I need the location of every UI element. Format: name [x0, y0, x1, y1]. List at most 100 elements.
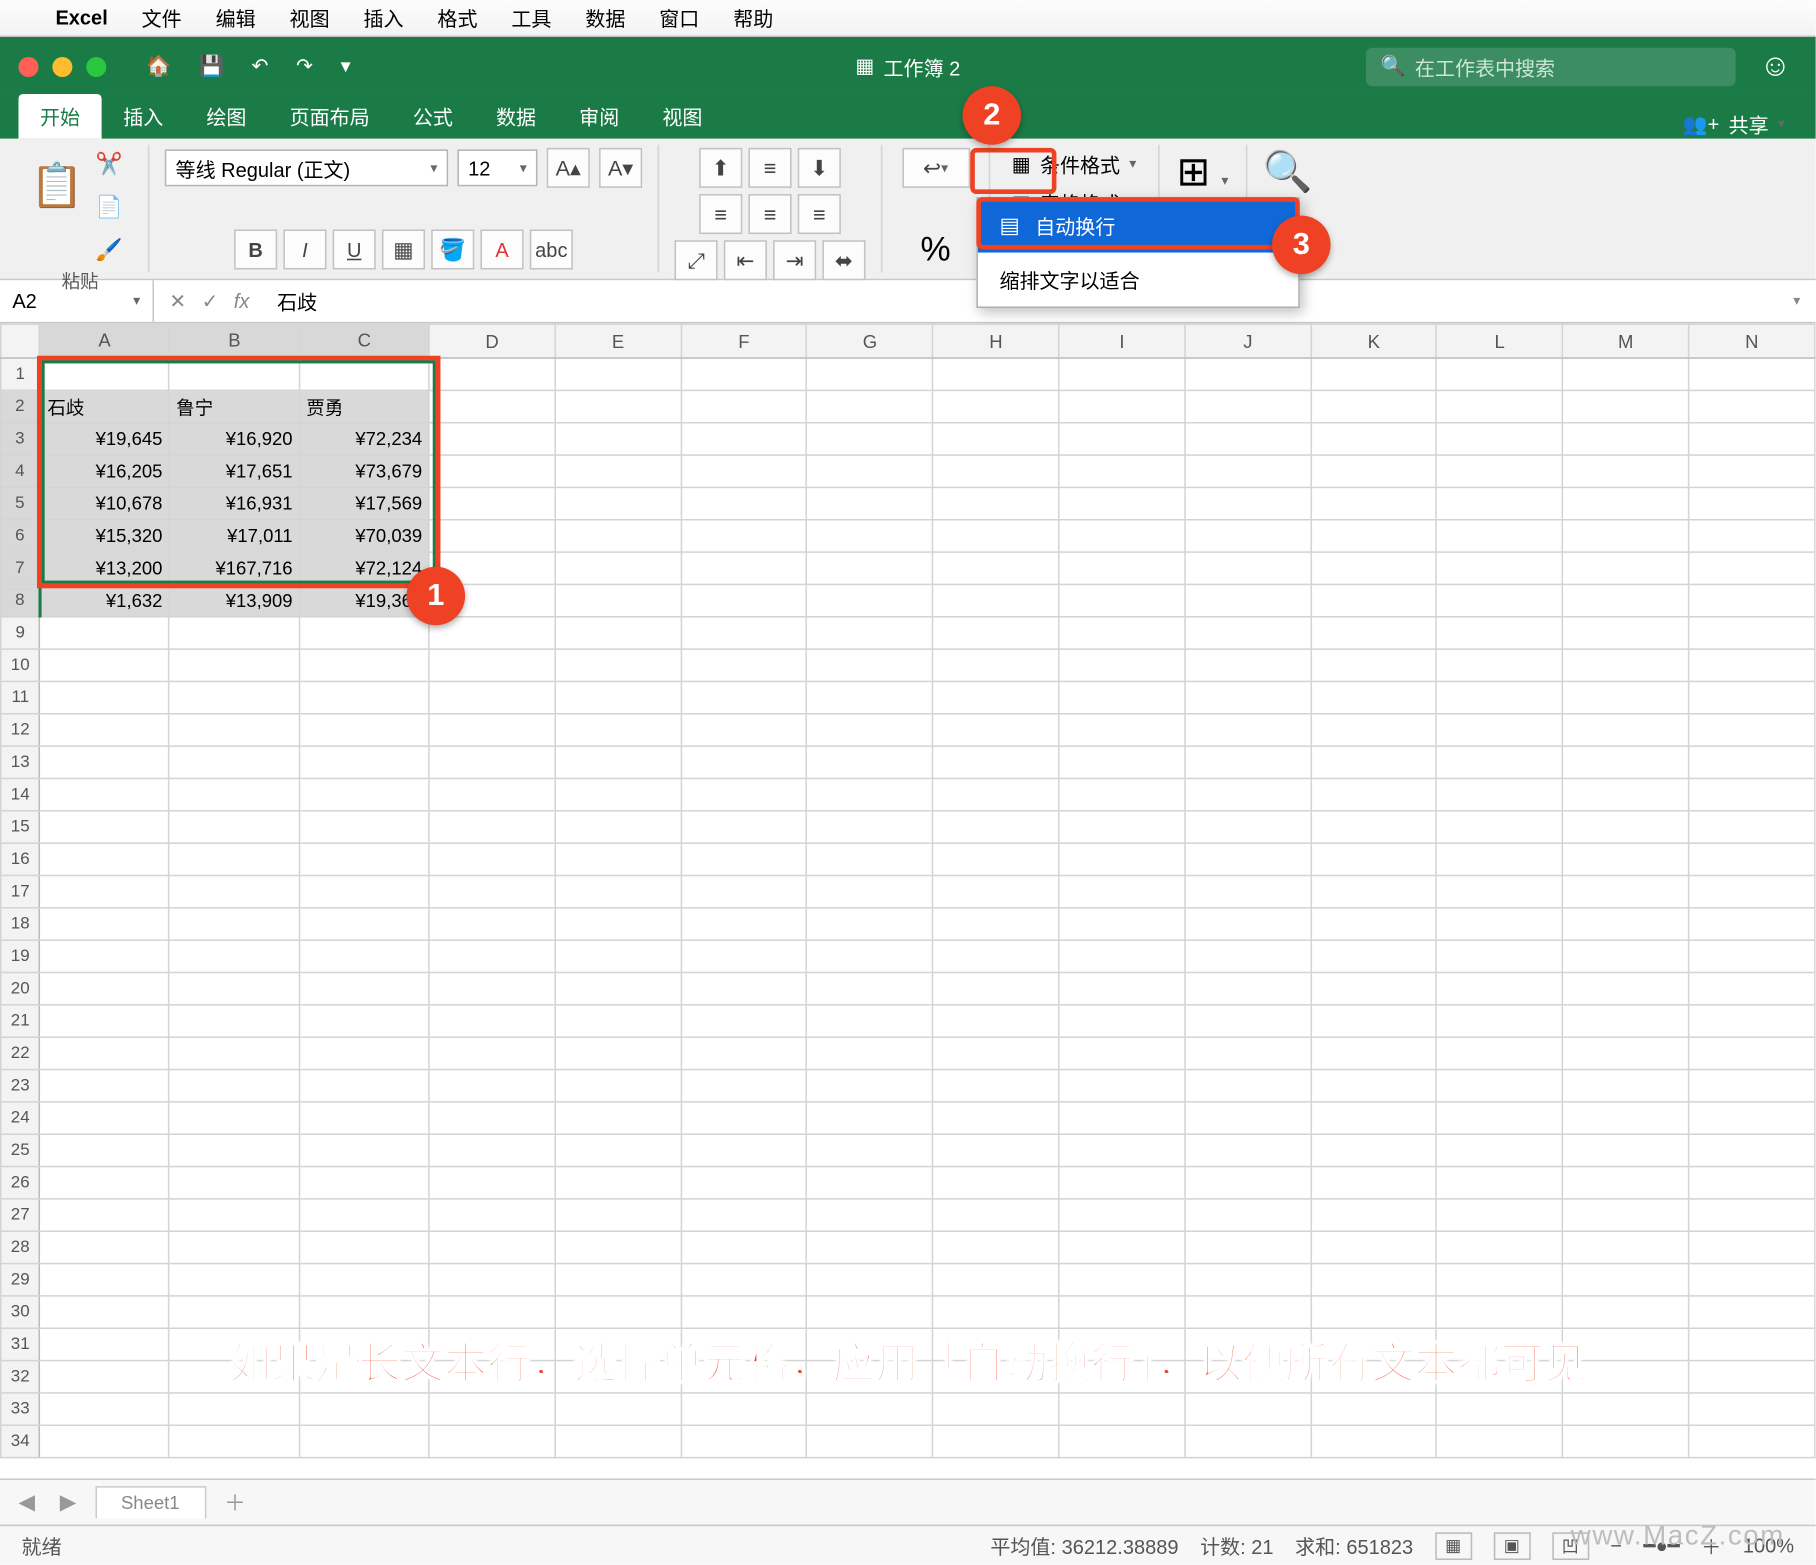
- cell[interactable]: [681, 423, 807, 455]
- cell[interactable]: [300, 875, 430, 907]
- cell[interactable]: [555, 1102, 681, 1134]
- cell[interactable]: [807, 1102, 933, 1134]
- cell[interactable]: [429, 390, 555, 422]
- row-header[interactable]: 5: [1, 487, 40, 519]
- cell[interactable]: [933, 875, 1059, 907]
- cell[interactable]: [555, 520, 681, 552]
- cell[interactable]: [933, 1037, 1059, 1069]
- cell[interactable]: [555, 423, 681, 455]
- row-header[interactable]: 30: [1, 1296, 40, 1328]
- cell[interactable]: [933, 584, 1059, 616]
- row-header[interactable]: 6: [1, 520, 40, 552]
- cell[interactable]: [933, 1070, 1059, 1102]
- cell[interactable]: [681, 1296, 807, 1328]
- cell[interactable]: [681, 1167, 807, 1199]
- cell[interactable]: [1059, 1393, 1185, 1425]
- cell[interactable]: [429, 1393, 555, 1425]
- cell[interactable]: [1185, 875, 1311, 907]
- cell[interactable]: [169, 358, 299, 390]
- cell[interactable]: [933, 1167, 1059, 1199]
- cell[interactable]: [40, 358, 170, 390]
- conditional-format-button[interactable]: ▦ 条件格式 ▾: [1006, 148, 1143, 180]
- cell[interactable]: [1437, 390, 1563, 422]
- cell[interactable]: [1185, 358, 1311, 390]
- cell[interactable]: [1437, 714, 1563, 746]
- expand-formula-icon[interactable]: ▾: [1778, 293, 1816, 310]
- cell[interactable]: [681, 811, 807, 843]
- cell[interactable]: [933, 1425, 1059, 1457]
- cell[interactable]: [169, 714, 299, 746]
- cell[interactable]: [807, 1134, 933, 1166]
- cell[interactable]: [681, 778, 807, 810]
- cell[interactable]: [429, 455, 555, 487]
- cell[interactable]: [681, 1264, 807, 1296]
- cell[interactable]: [1185, 778, 1311, 810]
- cell[interactable]: [300, 1296, 430, 1328]
- fill-color-button[interactable]: 🪣: [431, 229, 474, 269]
- cell[interactable]: [429, 1199, 555, 1231]
- cell[interactable]: [681, 358, 807, 390]
- cell[interactable]: [300, 1393, 430, 1425]
- cell[interactable]: [300, 746, 430, 778]
- qat-more-icon[interactable]: ▾: [341, 54, 351, 79]
- cell[interactable]: [1311, 1134, 1437, 1166]
- cell[interactable]: [555, 455, 681, 487]
- cell[interactable]: [1185, 1134, 1311, 1166]
- cell[interactable]: [807, 390, 933, 422]
- cell[interactable]: [555, 1393, 681, 1425]
- cell[interactable]: [1689, 1264, 1815, 1296]
- orientation-icon[interactable]: ⤢: [675, 240, 718, 280]
- cell[interactable]: [169, 811, 299, 843]
- cells-insert-icon[interactable]: ⊞ ▾: [1177, 148, 1229, 196]
- cell[interactable]: [40, 746, 170, 778]
- cell[interactable]: [681, 746, 807, 778]
- cell[interactable]: [429, 1037, 555, 1069]
- cell[interactable]: [1311, 1070, 1437, 1102]
- cell[interactable]: [555, 746, 681, 778]
- cell[interactable]: [1689, 681, 1815, 713]
- col-header[interactable]: K: [1311, 324, 1437, 358]
- cell[interactable]: [1059, 778, 1185, 810]
- align-left-icon[interactable]: ≡: [699, 194, 742, 234]
- cell[interactable]: [681, 552, 807, 584]
- cell[interactable]: [1563, 778, 1689, 810]
- cell[interactable]: [1059, 423, 1185, 455]
- cell[interactable]: [1437, 746, 1563, 778]
- cell[interactable]: 贾勇: [300, 390, 430, 422]
- cell[interactable]: [1563, 746, 1689, 778]
- cell[interactable]: [1563, 1134, 1689, 1166]
- cell[interactable]: [1059, 1005, 1185, 1037]
- cell[interactable]: [933, 1296, 1059, 1328]
- cell[interactable]: [429, 1167, 555, 1199]
- cell[interactable]: [555, 552, 681, 584]
- cell[interactable]: [681, 1037, 807, 1069]
- cell[interactable]: [681, 1231, 807, 1263]
- cell[interactable]: [1689, 1134, 1815, 1166]
- cell[interactable]: [1059, 746, 1185, 778]
- cell[interactable]: [40, 1231, 170, 1263]
- cell[interactable]: [1059, 649, 1185, 681]
- cell[interactable]: [1059, 1231, 1185, 1263]
- cell[interactable]: [1185, 423, 1311, 455]
- row-header[interactable]: 7: [1, 552, 40, 584]
- cell[interactable]: [1059, 973, 1185, 1005]
- col-header[interactable]: L: [1437, 324, 1563, 358]
- row-header[interactable]: 15: [1, 811, 40, 843]
- cell[interactable]: [300, 1231, 430, 1263]
- row-header[interactable]: 3: [1, 423, 40, 455]
- menu-data[interactable]: 数据: [585, 3, 625, 32]
- cell[interactable]: ¥1,632: [40, 584, 170, 616]
- cell[interactable]: [1185, 390, 1311, 422]
- cell[interactable]: [933, 843, 1059, 875]
- cell[interactable]: ¥73,679: [300, 455, 430, 487]
- cell[interactable]: [1437, 1296, 1563, 1328]
- cell[interactable]: [1437, 649, 1563, 681]
- align-center-icon[interactable]: ≡: [748, 194, 791, 234]
- cell[interactable]: [807, 714, 933, 746]
- cell[interactable]: [429, 908, 555, 940]
- cell[interactable]: [807, 487, 933, 519]
- col-header[interactable]: H: [933, 324, 1059, 358]
- cell[interactable]: [807, 875, 933, 907]
- cell[interactable]: [1059, 1264, 1185, 1296]
- menu-edit[interactable]: 编辑: [216, 3, 256, 32]
